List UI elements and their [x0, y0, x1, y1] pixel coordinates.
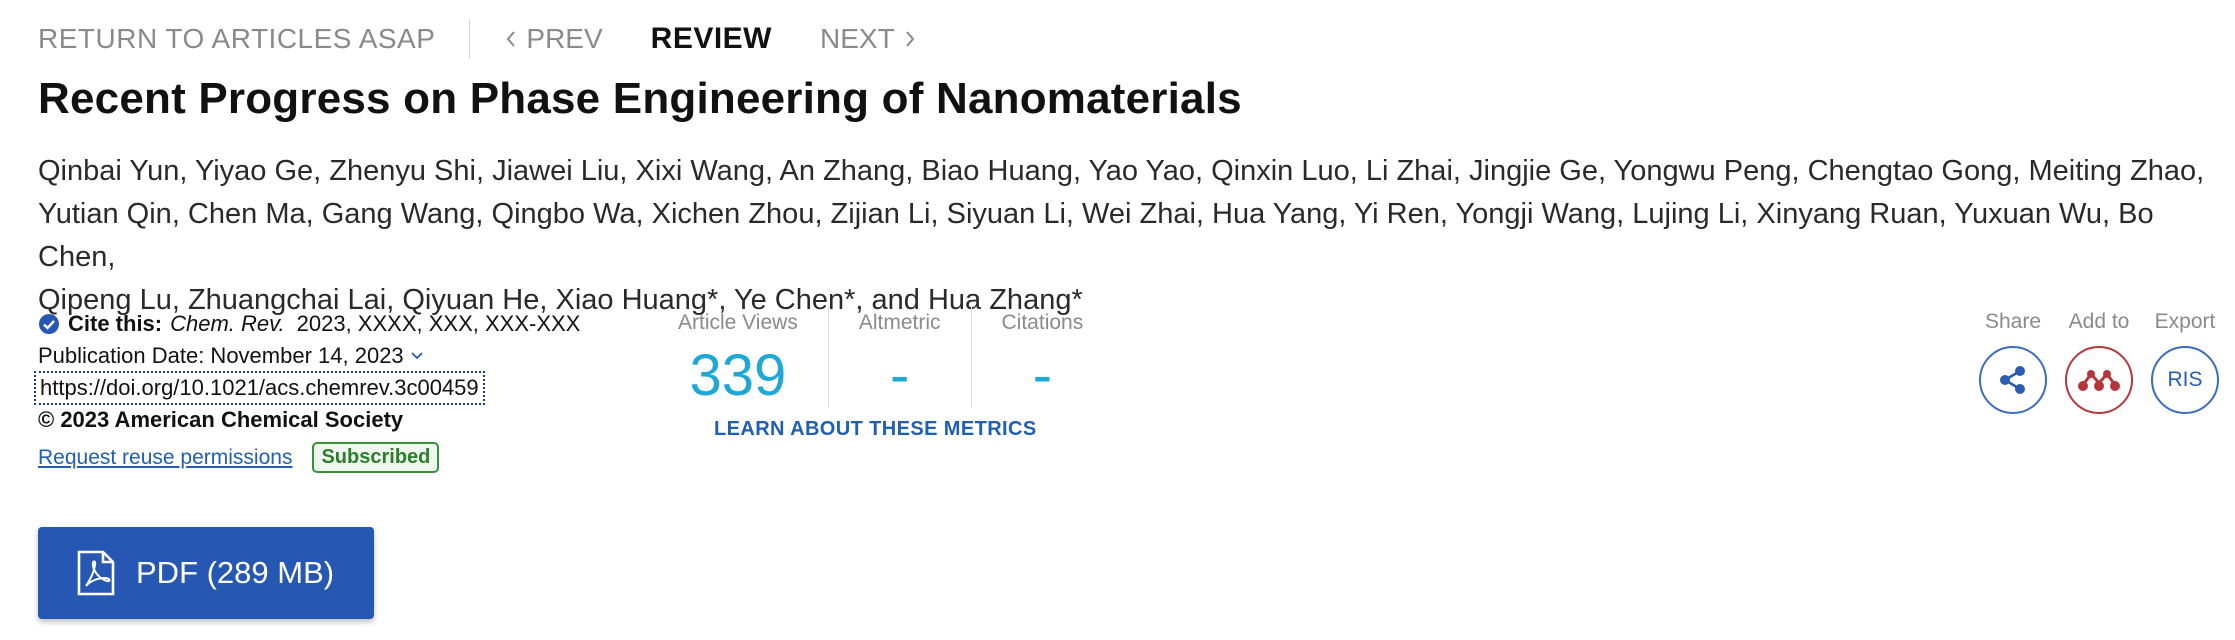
chevron-left-icon [507, 31, 516, 47]
share-button[interactable] [1979, 346, 2047, 414]
article-views-label: Article Views [678, 311, 798, 334]
publication-date: Publication Date: November 14, 2023 [38, 343, 404, 368]
article-navigation: RETURN TO ARTICLES ASAP PREV REVIEW NEXT [38, 18, 917, 60]
prev-label: PREV [526, 23, 603, 54]
altmetric-value: - [890, 343, 910, 408]
cite-this-row: Cite this: Chem. Rev. 2023, XXXX, XXX, X… [38, 308, 580, 340]
check-circle-icon [39, 314, 59, 334]
chevron-down-icon [411, 352, 423, 360]
request-reuse-permissions-link[interactable]: Request reuse permissions [38, 446, 292, 470]
export-label: Export [2154, 310, 2216, 333]
authors-line-1[interactable]: Qinbai Yun, Yiyao Ge, Zhenyu Shi, Jiawei… [38, 150, 2218, 193]
article-metrics: Article Views 339 Altmetric - Citations … [648, 306, 1113, 408]
reuse-row: Request reuse permissions Subscribed [38, 442, 580, 473]
prev-article-link[interactable]: PREV [504, 23, 603, 55]
article-actions: Share Add to Export RIS [1979, 310, 2219, 414]
authors-line-2[interactable]: Yutian Qin, Chen Ma, Gang Wang, Qingbo W… [38, 193, 2218, 279]
pdf-file-icon [77, 550, 115, 596]
next-article-link[interactable]: NEXT [820, 23, 917, 55]
ris-label: RIS [2167, 368, 2203, 391]
metric-article-views: Article Views 339 [648, 306, 828, 408]
doi-link[interactable]: https://doi.org/10.1021/acs.chemrev.3c00… [34, 371, 485, 405]
pdf-button-label: PDF (289 MB) [136, 555, 335, 590]
cite-journal: Chem. Rev. [170, 311, 285, 336]
article-type-label: REVIEW [650, 22, 773, 55]
next-label: NEXT [820, 23, 895, 54]
citation-block: Cite this: Chem. Rev. 2023, XXXX, XXX, X… [34, 308, 580, 473]
metric-altmetric: Altmetric - [827, 306, 971, 408]
add-to-mendeley-button[interactable] [2065, 346, 2133, 414]
citations-value: - [1032, 343, 1053, 408]
cite-reference: 2023, XXXX, XXX, XXX-XXX [296, 311, 581, 336]
cite-label: Cite this: [68, 311, 163, 336]
learn-about-metrics-link[interactable]: LEARN ABOUT THESE METRICS [714, 418, 1037, 441]
metric-citations: Citations - [970, 306, 1114, 408]
article-views-value: 339 [689, 343, 787, 408]
add-to-label: Add to [2068, 310, 2130, 333]
mendeley-icon [2078, 370, 2120, 391]
doi-row: https://doi.org/10.1021/acs.chemrev.3c00… [34, 371, 580, 405]
share-action: Share [1979, 310, 2047, 414]
pdf-download-button[interactable]: PDF (289 MB) [38, 527, 374, 619]
altmetric-label: Altmetric [858, 311, 941, 334]
return-to-articles-link[interactable]: RETURN TO ARTICLES ASAP [38, 23, 435, 55]
citations-label: Citations [1001, 311, 1084, 334]
export-ris-button[interactable]: RIS [2151, 346, 2219, 414]
publication-date-toggle[interactable]: Publication Date: November 14, 2023 [38, 340, 580, 372]
article-title: Recent Progress on Phase Engineering of … [38, 74, 1242, 123]
author-list: Qinbai Yun, Yiyao Ge, Zhenyu Shi, Jiawei… [38, 150, 2218, 322]
share-label: Share [1984, 310, 2042, 333]
share-icon [2000, 366, 2025, 394]
copyright: © 2023 American Chemical Society [38, 407, 404, 432]
export-action: Export RIS [2151, 310, 2219, 414]
add-to-action: Add to [2065, 310, 2133, 414]
subscribed-badge: Subscribed [312, 442, 440, 473]
chevron-right-icon [905, 31, 915, 47]
nav-divider [469, 19, 471, 59]
